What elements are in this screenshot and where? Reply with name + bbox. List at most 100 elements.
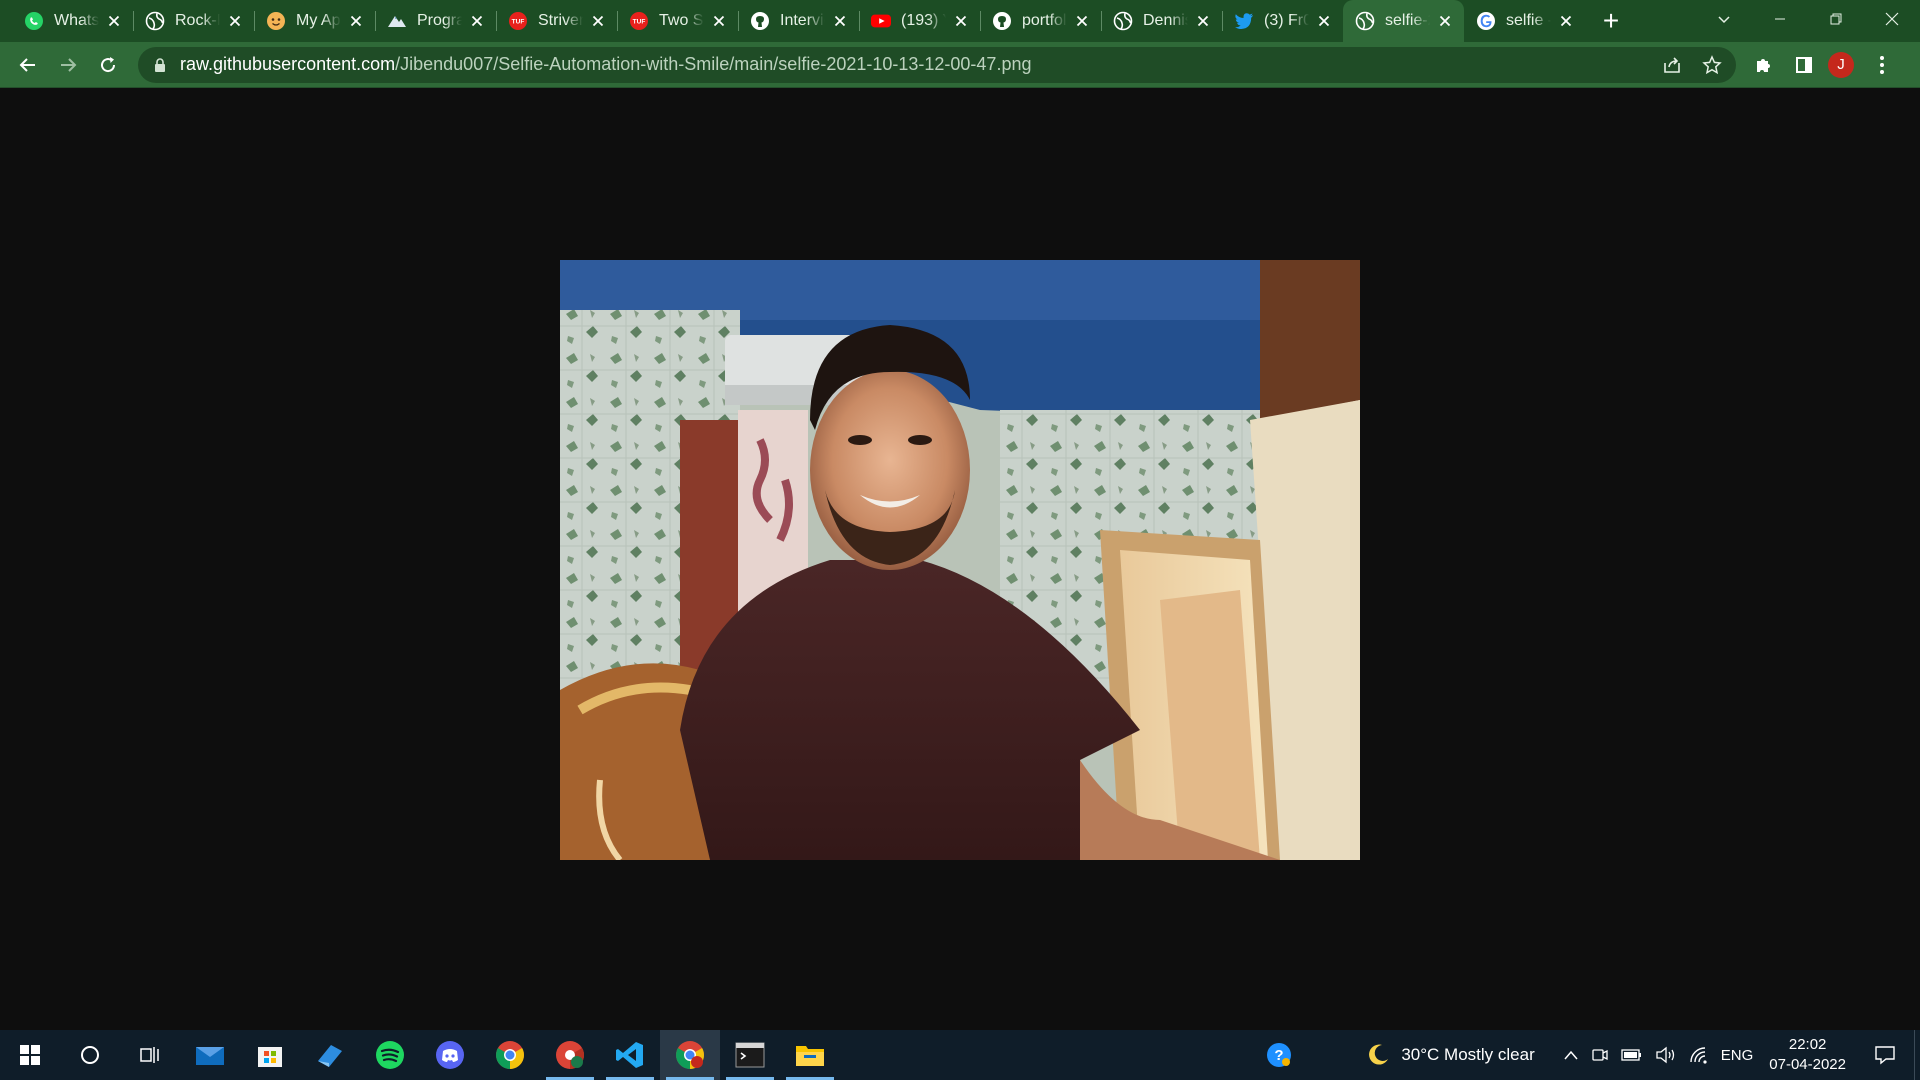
tab-0[interactable]: WhatsApp <box>12 0 133 42</box>
side-panel-button[interactable] <box>1786 47 1822 83</box>
cortana-button[interactable] <box>60 1030 120 1080</box>
bookmark-star-button[interactable] <box>1694 47 1730 83</box>
extensions-button[interactable] <box>1746 47 1782 83</box>
close-tab-icon[interactable] <box>1557 12 1575 30</box>
system-tray: ? 30°C Mostly clear ENG 22:02 07-04-2022 <box>1259 1030 1920 1080</box>
globe-icon <box>1113 11 1133 31</box>
tuf-icon: TUF <box>629 11 649 31</box>
close-tab-icon[interactable] <box>710 12 728 30</box>
notifications-button[interactable] <box>1856 1030 1914 1080</box>
tab-6[interactable]: Interview <box>738 0 859 42</box>
new-tab-button[interactable]: + <box>1593 3 1629 39</box>
mountain-icon <box>387 11 407 31</box>
moon-icon <box>1369 1044 1389 1065</box>
reload-icon <box>101 56 116 72</box>
twitter-icon <box>1234 11 1254 31</box>
menu-button[interactable] <box>1864 47 1900 83</box>
close-tab-icon[interactable] <box>1436 12 1454 30</box>
whatsapp-icon <box>24 11 44 31</box>
tab-title: Rock-Paper <box>175 12 220 29</box>
tab-2[interactable]: My Apps <box>254 0 375 42</box>
tab-12[interactable]: selfie - Google <box>1464 0 1585 42</box>
close-tab-icon[interactable] <box>226 12 244 30</box>
tab-4[interactable]: TUF Striver <box>496 0 617 42</box>
tab-search-button[interactable] <box>1696 0 1752 38</box>
terminal-app[interactable] <box>720 1030 780 1080</box>
back-button[interactable] <box>10 47 46 83</box>
tab-11[interactable]: selfie-2021 <box>1343 0 1464 42</box>
address-bar[interactable]: raw.githubusercontent.com/Jibendu007/Sel… <box>138 46 1736 83</box>
volume-button[interactable] <box>1649 1030 1683 1080</box>
tab-title: (193) YouTube <box>901 12 946 29</box>
meet-now-button[interactable] <box>1585 1030 1615 1080</box>
share-button[interactable] <box>1654 47 1690 83</box>
store-app[interactable] <box>240 1030 300 1080</box>
close-tab-icon[interactable] <box>1194 12 1212 30</box>
tab-title: Dennis <box>1143 12 1188 29</box>
url-host: raw.githubusercontent.com <box>180 54 396 74</box>
file-explorer-app[interactable] <box>780 1030 840 1080</box>
network-button[interactable] <box>1683 1030 1715 1080</box>
show-hidden-icons-button[interactable] <box>1557 1030 1585 1080</box>
close-tab-icon[interactable] <box>1315 12 1333 30</box>
tab-7[interactable]: (193) YouTube <box>859 0 980 42</box>
close-tab-icon[interactable] <box>468 12 486 30</box>
toolbar-right: J <box>1742 47 1900 83</box>
chrome-app[interactable] <box>480 1030 540 1080</box>
url-text: raw.githubusercontent.com/Jibendu007/Sel… <box>180 54 1031 75</box>
close-tab-icon[interactable] <box>589 12 607 30</box>
tab-9[interactable]: Dennis <box>1101 0 1222 42</box>
battery-icon <box>1621 1049 1641 1061</box>
task-view-icon <box>140 1047 159 1063</box>
mail-app[interactable] <box>180 1030 240 1080</box>
task-view-button[interactable] <box>120 1030 180 1080</box>
tab-5[interactable]: TUF Two Sum <box>617 0 738 42</box>
discord-app[interactable] <box>420 1030 480 1080</box>
help-icon: ? <box>1267 1043 1292 1067</box>
tab-title: Interview <box>780 12 825 29</box>
globe-icon <box>145 11 165 31</box>
tab-1[interactable]: Rock-Paper <box>133 0 254 42</box>
weather-widget[interactable]: 30°C Mostly clear <box>1359 1030 1540 1080</box>
vscode-app[interactable] <box>600 1030 660 1080</box>
language-indicator[interactable]: ENG <box>1715 1030 1760 1080</box>
close-tab-icon[interactable] <box>1073 12 1091 30</box>
clock[interactable]: 22:02 07-04-2022 <box>1759 1035 1856 1075</box>
close-tab-icon[interactable] <box>105 12 123 30</box>
tab-title: selfie - Google <box>1506 12 1551 29</box>
azure-data-studio-app[interactable] <box>300 1030 360 1080</box>
clock-date: 07-04-2022 <box>1769 1056 1846 1073</box>
close-window-button[interactable] <box>1864 0 1920 38</box>
show-desktop-button[interactable] <box>1914 1030 1920 1080</box>
close-tab-icon[interactable] <box>347 12 365 30</box>
notification-icon <box>1875 1046 1895 1065</box>
chrome-active-app[interactable] <box>660 1030 720 1080</box>
spotify-icon <box>376 1041 404 1069</box>
chrome-profile-app[interactable] <box>540 1030 600 1080</box>
close-tab-icon[interactable] <box>831 12 849 30</box>
restore-button[interactable] <box>1808 0 1864 38</box>
tab-title: selfie-2021 <box>1385 12 1430 29</box>
tab-3[interactable]: Programs <box>375 0 496 42</box>
browser-toolbar: raw.githubusercontent.com/Jibendu007/Sel… <box>0 42 1920 88</box>
close-icon <box>1885 12 1899 26</box>
selfie-image[interactable] <box>560 260 1360 860</box>
forward-button[interactable] <box>50 47 86 83</box>
minimize-button[interactable] <box>1752 0 1808 38</box>
help-tray-button[interactable]: ? <box>1259 1030 1299 1080</box>
tab-8[interactable]: portfolio <box>980 0 1101 42</box>
start-button[interactable] <box>0 1030 60 1080</box>
tab-title: portfolio <box>1022 12 1067 29</box>
arrow-left-icon <box>19 57 35 72</box>
battery-button[interactable] <box>1615 1030 1649 1080</box>
svg-text:TUF: TUF <box>512 19 525 26</box>
reload-button[interactable] <box>90 47 126 83</box>
profile-avatar[interactable]: J <box>1828 51 1854 78</box>
window-controls <box>1696 0 1920 38</box>
close-tab-icon[interactable] <box>952 12 970 30</box>
volume-icon <box>1656 1046 1674 1064</box>
weather-text: 30°C Mostly clear <box>1401 1045 1535 1064</box>
spotify-app[interactable] <box>360 1030 420 1080</box>
tab-10[interactable]: (3) Fr0m <box>1222 0 1343 42</box>
lock-icon[interactable] <box>154 57 166 72</box>
